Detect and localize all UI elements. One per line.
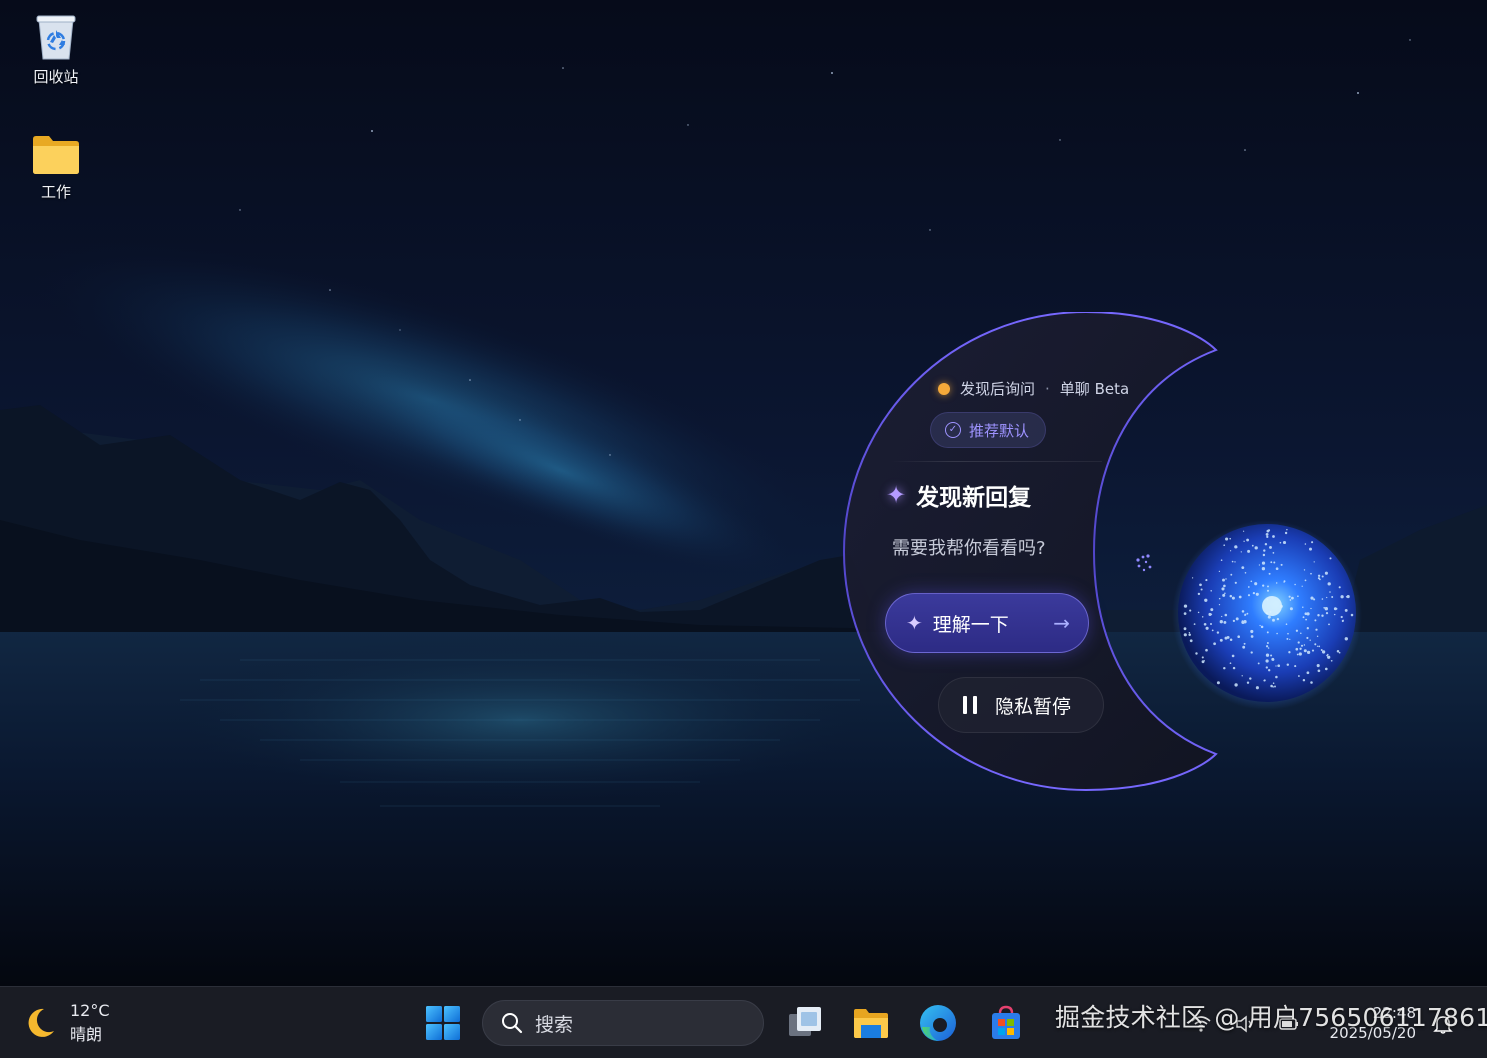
sparkle-icon: ✦ [886,481,907,509]
understand-button-label: 理解一下 [932,613,1009,636]
arrow-right-icon: → [1053,611,1070,635]
desktop-wallpaper [0,0,1487,986]
search-placeholder: 搜索 [535,1013,574,1036]
desktop-icon-recycle-bin[interactable]: 回收站 [11,12,101,87]
panel-title-text: 发现新回复 [916,485,1032,511]
watermark-text: 掘金技术社区 @ 用户7565061178611 [1055,1003,1487,1032]
weather-temperature: 12°C [70,1001,110,1020]
moon-icon [28,1008,54,1037]
taskbar-search-box[interactable]: 搜索 [482,1000,764,1046]
drag-handle-icon[interactable] [1130,548,1160,578]
edge-icon[interactable] [918,1003,958,1043]
assistant-orb-icon[interactable] [1172,520,1362,710]
check-circle-icon: ✓ [945,422,961,438]
desktop-icon-work-folder[interactable]: 工作 [11,133,101,202]
privacy-pause-label: 隐私暂停 [995,695,1072,718]
work-folder-label: 工作 [40,183,71,201]
recommend-default-label: 推荐默认 [969,421,1030,440]
panel-divider [890,461,1102,462]
understand-button[interactable]: ✦ 理解一下 → [885,593,1089,653]
folder-icon [33,136,79,174]
recycle-bin-label: 回收站 [33,68,79,86]
store-icon[interactable] [986,1003,1026,1043]
status-separator: · [1045,379,1050,398]
pause-icon [963,696,977,714]
file-explorer-icon[interactable] [851,1003,891,1043]
mode-text: 单聊 Beta [1059,380,1130,398]
sparkle-icon: ✦ [906,611,923,635]
windows-start-icon[interactable] [424,1004,462,1042]
search-icon [502,1013,523,1034]
desktop-app-icon[interactable] [785,1003,825,1043]
panel-subtitle: 需要我帮你看看吗? [892,538,1046,559]
recommend-default-chip[interactable]: ✓ 推荐默认 [930,412,1047,448]
recycle-bin-icon [36,15,76,60]
panel-title: ✦ 发现新回复 [886,478,1031,512]
weather-widget[interactable]: 12°C 晴朗 [22,999,110,1047]
status-dot [938,382,950,395]
privacy-pause-button[interactable]: 隐私暂停 [938,677,1104,733]
weather-condition: 晴朗 [70,1025,103,1044]
status-text: 发现后询问 [960,380,1036,398]
status-row: 发现后询问 · 单聊 Beta [938,378,1129,399]
